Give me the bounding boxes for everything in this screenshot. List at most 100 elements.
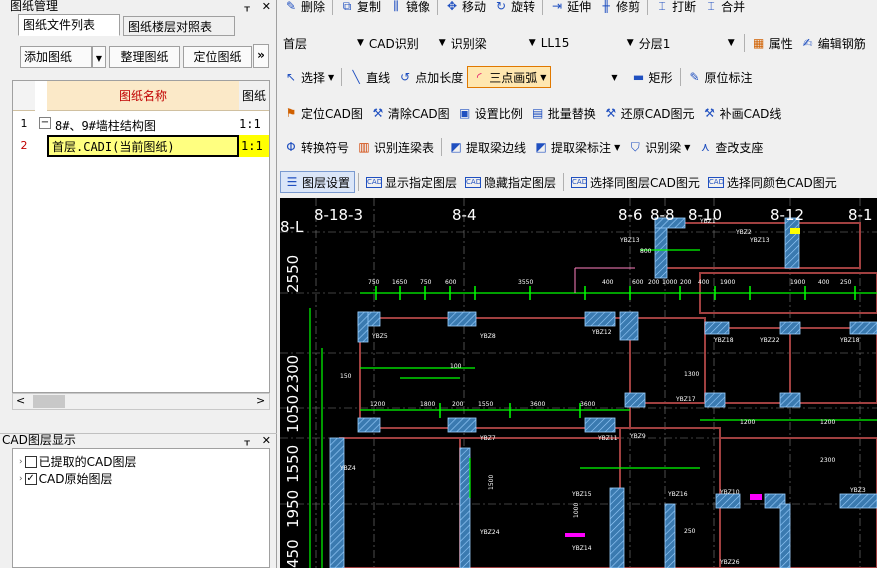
- extend-icon: ⇥: [552, 0, 563, 13]
- locate-drawing-button[interactable]: 定位图纸: [183, 46, 252, 68]
- toolbar-overflow-chevron-icon[interactable]: »: [253, 44, 269, 68]
- line-button[interactable]: ╲ 直线: [345, 66, 394, 88]
- pin-icon[interactable]: ᚁ: [244, 0, 249, 13]
- column-tag: YBZ1: [699, 218, 716, 225]
- identify-beam-button[interactable]: ⛉ 识别梁 ▼: [624, 136, 694, 158]
- check-support-button[interactable]: ⋏ 查改支座: [694, 136, 767, 158]
- redraw-cad-line-button[interactable]: ⚒ 补画CAD线: [699, 102, 786, 124]
- column-header-ratio[interactable]: 图纸: [239, 81, 269, 111]
- add-drawing-button[interactable]: 添加图纸: [20, 46, 92, 68]
- axis-label: 8-1: [848, 206, 873, 224]
- dim-text: 150: [340, 373, 352, 380]
- mirror-button[interactable]: ⫼ 镜像: [385, 0, 434, 17]
- cad-drawing[interactable]: 8-18-3 8-4 8-6 8-8 8-10 8-12 8-1 8-L 255…: [280, 198, 877, 568]
- hide-layer-button[interactable]: CAD 隐藏指定图层: [461, 171, 560, 193]
- drawing-name: 8#、9#墙柱结构图: [55, 119, 156, 133]
- checkbox-checked[interactable]: ✓: [24, 473, 37, 485]
- set-scale-button[interactable]: ▣ 设置比例: [454, 102, 527, 124]
- axis-label: 2300: [284, 355, 302, 393]
- extract-beam-edge-button[interactable]: ◩ 提取梁边线: [445, 136, 530, 158]
- edit-rebar-button[interactable]: ✍ 编辑钢筋: [797, 32, 870, 54]
- tree-expander-icon[interactable]: ›: [19, 454, 23, 470]
- rectangle-button[interactable]: ▬ 矩形: [628, 66, 677, 88]
- attributes-icon: ▦: [753, 36, 765, 50]
- select-same-color-button[interactable]: CAD 选择同颜色CAD图元: [704, 171, 841, 193]
- caret-down-icon[interactable]: ▼: [611, 73, 617, 82]
- organize-drawing-button[interactable]: 整理图纸: [109, 46, 180, 68]
- move-button[interactable]: ✥ 移动: [441, 0, 490, 17]
- column-header-name[interactable]: 图纸名称: [47, 81, 239, 111]
- rotate-button[interactable]: ↻ 旋转: [490, 0, 539, 17]
- table-row-selected[interactable]: 2 首层.CADI(当前图纸) 1:1: [13, 135, 269, 157]
- delete-button[interactable]: ✎ 删除: [280, 0, 329, 17]
- batch-replace-button[interactable]: ▤ 批量替换: [527, 102, 600, 124]
- panel-title: CAD图层显示: [2, 433, 76, 447]
- extract-beam-label-button[interactable]: ◩ 提取梁标注 ▼: [530, 136, 624, 158]
- edge-icon: ◩: [450, 140, 462, 154]
- select-same-layer-button[interactable]: CAD 选择同图层CAD图元: [567, 171, 704, 193]
- close-icon[interactable]: ✕: [262, 434, 271, 448]
- three-point-arc-button[interactable]: ◜ 三点画弧 ▼: [467, 66, 552, 88]
- trim-button[interactable]: ╫ 修剪: [595, 0, 644, 17]
- cad-identify-select[interactable]: ▼ CAD识别: [354, 32, 426, 54]
- identify-beam-select[interactable]: ▼ 识别梁: [436, 32, 516, 54]
- tree-expander-icon[interactable]: ›: [19, 471, 23, 487]
- collapse-icon[interactable]: −: [39, 117, 51, 129]
- layer-item-original[interactable]: › ✓ CAD原始图层: [19, 471, 112, 487]
- tab-floor-mapping[interactable]: 图纸楼层对照表: [123, 16, 235, 36]
- locate-icon: ⚑: [285, 106, 297, 120]
- dim-text: 600: [632, 279, 644, 286]
- show-layer-button[interactable]: CAD 显示指定图层: [362, 171, 461, 193]
- layer-select[interactable]: ▼ 分层1: [624, 32, 718, 54]
- identify-link-beam-table-button[interactable]: ▥ 识别连梁表: [353, 136, 438, 158]
- caret-down-icon: ▼: [357, 38, 364, 48]
- edit-toolbar: ✎ 删除 ⧉ 复制 ⫼ 镜像 ✥ 移动 ↻ 旋转 ⇥ 延伸 ╫ 修剪 ⌶ 打断 ⌶ 合并: [280, 0, 877, 20]
- column-tag: YBZ16: [667, 491, 688, 498]
- button-label: 属性: [768, 36, 793, 51]
- select-button[interactable]: ↖ 选择 ▼: [280, 66, 338, 88]
- horizontal-scrollbar[interactable]: < >: [12, 393, 270, 410]
- button-label: 点加长度: [415, 70, 464, 85]
- layer-item-extracted[interactable]: › 已提取的CAD图层: [19, 454, 136, 470]
- scroll-thumb[interactable]: [33, 395, 65, 408]
- caret-down-icon[interactable]: ▼: [728, 38, 735, 48]
- dim-text: 1650: [392, 279, 407, 286]
- column-tag: YBZ24: [479, 529, 500, 536]
- restore-cad-button[interactable]: ⚒ 还原CAD图元: [600, 102, 699, 124]
- axis-label: 8-L: [280, 218, 304, 236]
- in-place-annotation-button[interactable]: ✎ 原位标注: [684, 66, 757, 88]
- beam-type-select[interactable]: ▼ LL15: [526, 32, 614, 54]
- drawing-list-grid: 图纸名称 图纸 1 − 8#、9#墙柱结构图 1:1 2 首层.CADI(当前图…: [12, 80, 270, 393]
- scroll-left-icon[interactable]: <: [16, 394, 25, 407]
- dimension-lines: [309, 249, 877, 568]
- convert-symbol-button[interactable]: Φ 转换符号: [280, 136, 353, 158]
- tab-drawing-file-list[interactable]: 图纸文件列表: [18, 14, 120, 36]
- merge-button[interactable]: ⌶ 合并: [700, 0, 749, 17]
- column-tag: YBZ12: [591, 329, 612, 336]
- cad-hide-icon: CAD: [465, 176, 482, 188]
- break-button[interactable]: ⌶ 打断: [651, 0, 700, 17]
- extend-button[interactable]: ⇥ 延伸: [546, 0, 595, 17]
- cad-drawing-canvas[interactable]: 8-18-3 8-4 8-6 8-8 8-10 8-12 8-1 8-L 255…: [280, 198, 877, 568]
- floor-select[interactable]: 首层: [280, 32, 344, 54]
- column-tag: YBZ15: [571, 491, 592, 498]
- locate-cad-button[interactable]: ⚑ 定位CAD图: [280, 102, 367, 124]
- attributes-button[interactable]: ▦ 属性: [748, 32, 797, 54]
- caret-down-icon: ▼: [684, 142, 691, 152]
- column-tag: YBZ11: [597, 435, 618, 442]
- button-label: 复制: [357, 0, 382, 14]
- rectangle-icon: ▬: [632, 70, 645, 84]
- scroll-right-icon[interactable]: >: [256, 394, 265, 407]
- pin-icon[interactable]: ᚁ: [244, 434, 249, 448]
- point-length-button[interactable]: ↺ 点加长度: [394, 66, 467, 88]
- close-icon[interactable]: ✕: [262, 0, 271, 13]
- layer-settings-button[interactable]: ☰ 图层设置: [280, 171, 356, 193]
- row-number-header: [13, 81, 35, 111]
- clear-cad-button[interactable]: ⚒ 清除CAD图: [367, 102, 454, 124]
- dim-text: 1000: [662, 279, 677, 286]
- table-row[interactable]: 1 − 8#、9#墙柱结构图 1:1: [13, 114, 269, 134]
- add-drawing-dropdown[interactable]: ▼: [92, 46, 106, 68]
- copy-button[interactable]: ⧉ 复制: [336, 0, 385, 17]
- dim-text: 750: [420, 279, 432, 286]
- checkbox[interactable]: [24, 456, 37, 468]
